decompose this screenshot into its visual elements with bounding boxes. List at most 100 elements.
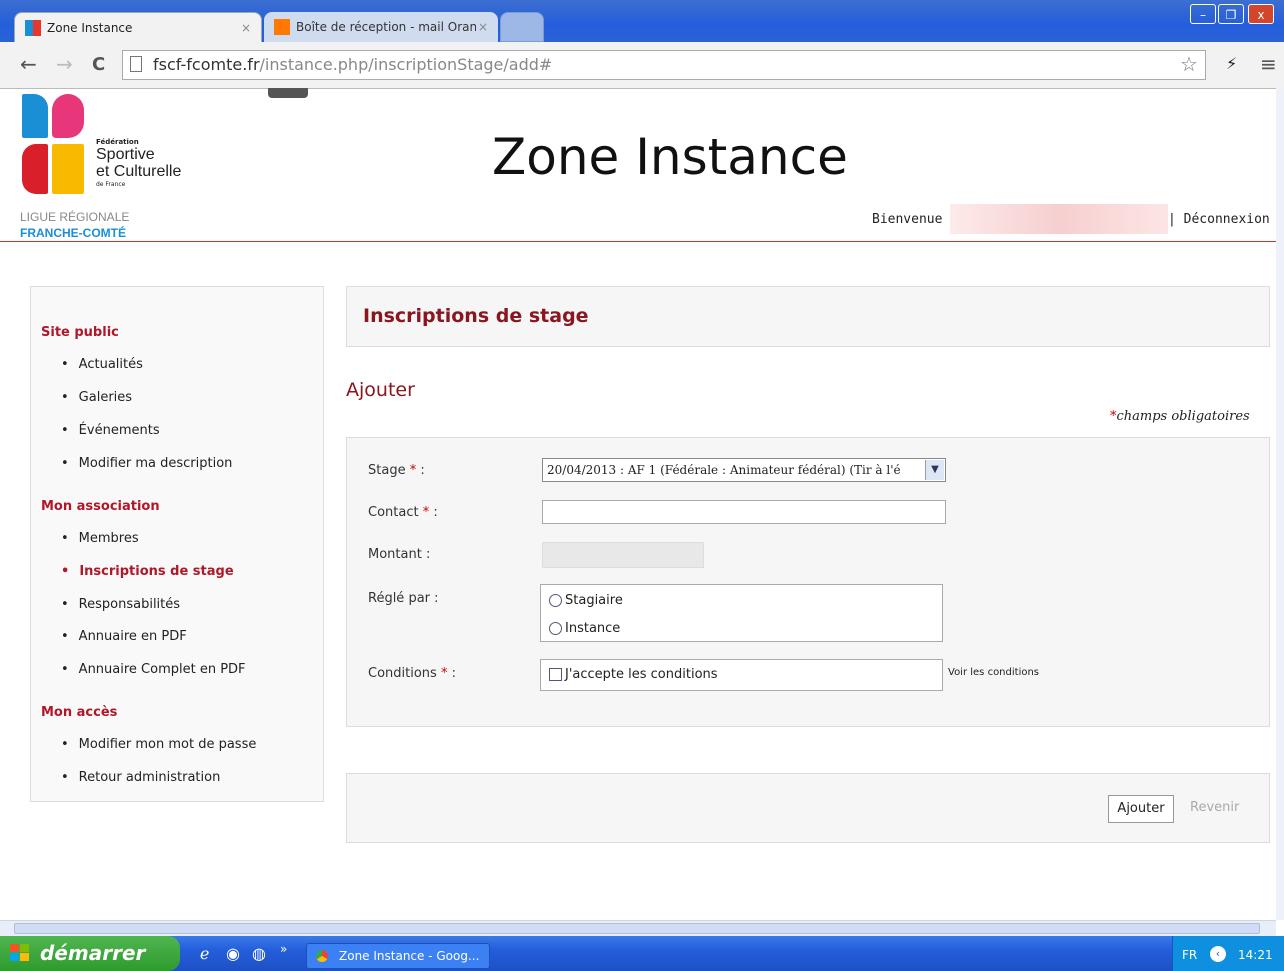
radio-instance[interactable]: Instance: [549, 621, 620, 636]
league-label: LIGUE RÉGIONALE: [20, 210, 130, 224]
new-tab-button[interactable]: [500, 12, 544, 42]
taskbar-item-label: Zone Instance - Goog...: [339, 949, 480, 963]
radio-circle-icon[interactable]: [549, 594, 562, 607]
checkbox-icon[interactable]: [549, 668, 562, 681]
radio-circle-icon[interactable]: [549, 622, 562, 635]
tab-zone-instance[interactable]: Zone Instance ×: [14, 12, 262, 42]
sidebar-item-retour-administration[interactable]: Retour administration: [61, 770, 221, 785]
horizontal-scrollbar[interactable]: [0, 920, 1276, 937]
language-indicator[interactable]: FR: [1182, 948, 1197, 962]
back-link[interactable]: Revenir: [1190, 800, 1239, 815]
page-icon: [130, 56, 142, 72]
fscf-favicon-icon: [25, 19, 41, 36]
logo-de-france-text: de France: [96, 181, 126, 188]
ie-quicklaunch-icon[interactable]: ℯ: [200, 944, 209, 963]
paid-by-label: Réglé par :: [368, 591, 439, 606]
clock: 14:21: [1238, 948, 1273, 962]
menu-icon[interactable]: ≡: [1260, 52, 1277, 76]
tab-title: Zone Instance: [47, 20, 133, 35]
sidebar-item-galeries[interactable]: Galeries: [61, 390, 132, 405]
media-quicklaunch-icon[interactable]: ◍: [252, 944, 266, 963]
logo-blue-shape: [22, 94, 48, 138]
quicklaunch-more-icon[interactable]: »: [280, 942, 287, 956]
conditions-label: Conditions * :: [368, 666, 456, 681]
sidebar-item-responsabilites[interactable]: Responsabilités: [61, 597, 180, 612]
label-colon: :: [429, 505, 438, 520]
logo-culturelle-text: et Culturelle: [96, 163, 182, 180]
conditions-label-text: Conditions: [368, 666, 437, 681]
taskbar-item-chrome[interactable]: Zone Instance - Goog...: [306, 943, 490, 969]
chrome-quicklaunch-icon[interactable]: ◉: [226, 944, 240, 963]
radio-instance-label: Instance: [565, 621, 621, 636]
chrome-icon: [316, 950, 328, 962]
accept-conditions-label: J'accepte les conditions: [565, 667, 718, 682]
contact-label-text: Contact: [368, 505, 419, 520]
scrollbar-thumb[interactable]: [14, 923, 1260, 934]
paid-by-group: Stagiaire Instance: [540, 584, 943, 642]
sidebar-item-inscriptions-stage[interactable]: Inscriptions de stage: [61, 564, 233, 579]
start-label: démarrer: [40, 941, 146, 965]
chevron-down-icon[interactable]: ▼: [925, 460, 944, 480]
contact-input[interactable]: [542, 500, 946, 524]
form-subheading: Ajouter: [346, 379, 415, 401]
redacted-username: [950, 204, 1168, 234]
welcome-text: Bienvenue: [872, 212, 943, 227]
sidebar-item-modifier-mot-de-passe[interactable]: Modifier mon mot de passe: [61, 737, 257, 752]
sidebar-section-mon-acces: Mon accès: [41, 705, 118, 720]
stage-selected-value: 20/04/2013 : AF 1 (Fédérale : Animateur …: [547, 463, 901, 477]
logo-red-shape: [22, 144, 48, 194]
accept-conditions-checkbox[interactable]: J'accepte les conditions: [549, 667, 718, 682]
label-colon: :: [416, 463, 425, 478]
windows-taskbar: [0, 936, 1284, 971]
back-button[interactable]: ←: [20, 52, 37, 76]
amount-label: Montant :: [368, 547, 431, 562]
contact-label: Contact * :: [368, 505, 438, 520]
sidebar-item-evenements[interactable]: Événements: [61, 423, 160, 438]
sidebar-section-site-public: Site public: [41, 325, 119, 340]
minimize-button[interactable]: –: [1190, 4, 1216, 24]
tab-close-icon[interactable]: ×: [241, 21, 251, 35]
logo-pink-shape: [52, 94, 84, 138]
radio-stagiaire-label: Stagiaire: [565, 593, 623, 608]
sidebar-item-annuaire-complet-pdf[interactable]: Annuaire Complet en PDF: [61, 662, 246, 677]
sidebar-item-modifier-description[interactable]: Modifier ma description: [61, 456, 233, 471]
view-conditions-link[interactable]: Voir les conditions: [948, 667, 1039, 678]
logo-federation-text: Fédération: [96, 138, 139, 146]
sidebar-item-membres[interactable]: Membres: [61, 531, 139, 546]
logo-yellow-shape: [52, 144, 84, 194]
url-domain: fscf-fcomte.fr: [153, 55, 260, 74]
stage-label: Stage * :: [368, 463, 425, 478]
logout-link[interactable]: | Déconnexion: [1168, 212, 1270, 227]
section-heading-box: Inscriptions de stage: [346, 286, 1270, 347]
required-fields-note: *champs obligatoires: [1110, 409, 1250, 424]
tab-close-icon[interactable]: ×: [478, 20, 488, 34]
sidebar-section-mon-association: Mon association: [41, 499, 160, 514]
page-title: Zone Instance: [492, 128, 848, 186]
maximize-button[interactable]: ❐: [1218, 4, 1244, 24]
close-window-button[interactable]: x: [1248, 4, 1274, 24]
collapsed-toolbar-tab[interactable]: [268, 88, 308, 98]
logo-sportive-text: Sportive: [96, 146, 155, 163]
league-region: FRANCHE-COMTÉ: [20, 226, 126, 240]
sidebar-item-annuaire-pdf[interactable]: Annuaire en PDF: [61, 629, 187, 644]
reload-button[interactable]: C: [92, 54, 105, 75]
sidebar: Site public Actualités Galeries Événemen…: [30, 286, 324, 802]
stage-label-text: Stage: [368, 463, 406, 478]
radio-stagiaire[interactable]: Stagiaire: [549, 593, 623, 608]
conditions-box: J'accepte les conditions: [540, 659, 943, 691]
forward-button[interactable]: →: [56, 52, 73, 76]
fscf-logo: Fédération Sportive et Culturelle de Fra…: [20, 92, 220, 202]
orange-favicon-icon: [274, 19, 290, 35]
add-button[interactable]: Ajouter: [1108, 795, 1174, 823]
bookmark-star-icon[interactable]: ☆: [1180, 52, 1198, 76]
tray-expand-icon[interactable]: ‹: [1210, 946, 1226, 962]
vertical-scrollbar[interactable]: [1276, 88, 1284, 920]
tab-title: Boîte de réception - mail Oran: [296, 20, 476, 34]
section-heading: Inscriptions de stage: [363, 305, 589, 327]
stage-select[interactable]: 20/04/2013 : AF 1 (Fédérale : Animateur …: [542, 458, 946, 482]
tab-mail-orange[interactable]: Boîte de réception - mail Oran ×: [264, 12, 498, 42]
extension-icon[interactable]: ⚡: [1226, 54, 1237, 73]
header-divider: [0, 241, 1276, 242]
address-bar[interactable]: fscf-fcomte.fr/instance.php/inscriptionS…: [122, 50, 1206, 80]
sidebar-item-actualites[interactable]: Actualités: [61, 357, 143, 372]
